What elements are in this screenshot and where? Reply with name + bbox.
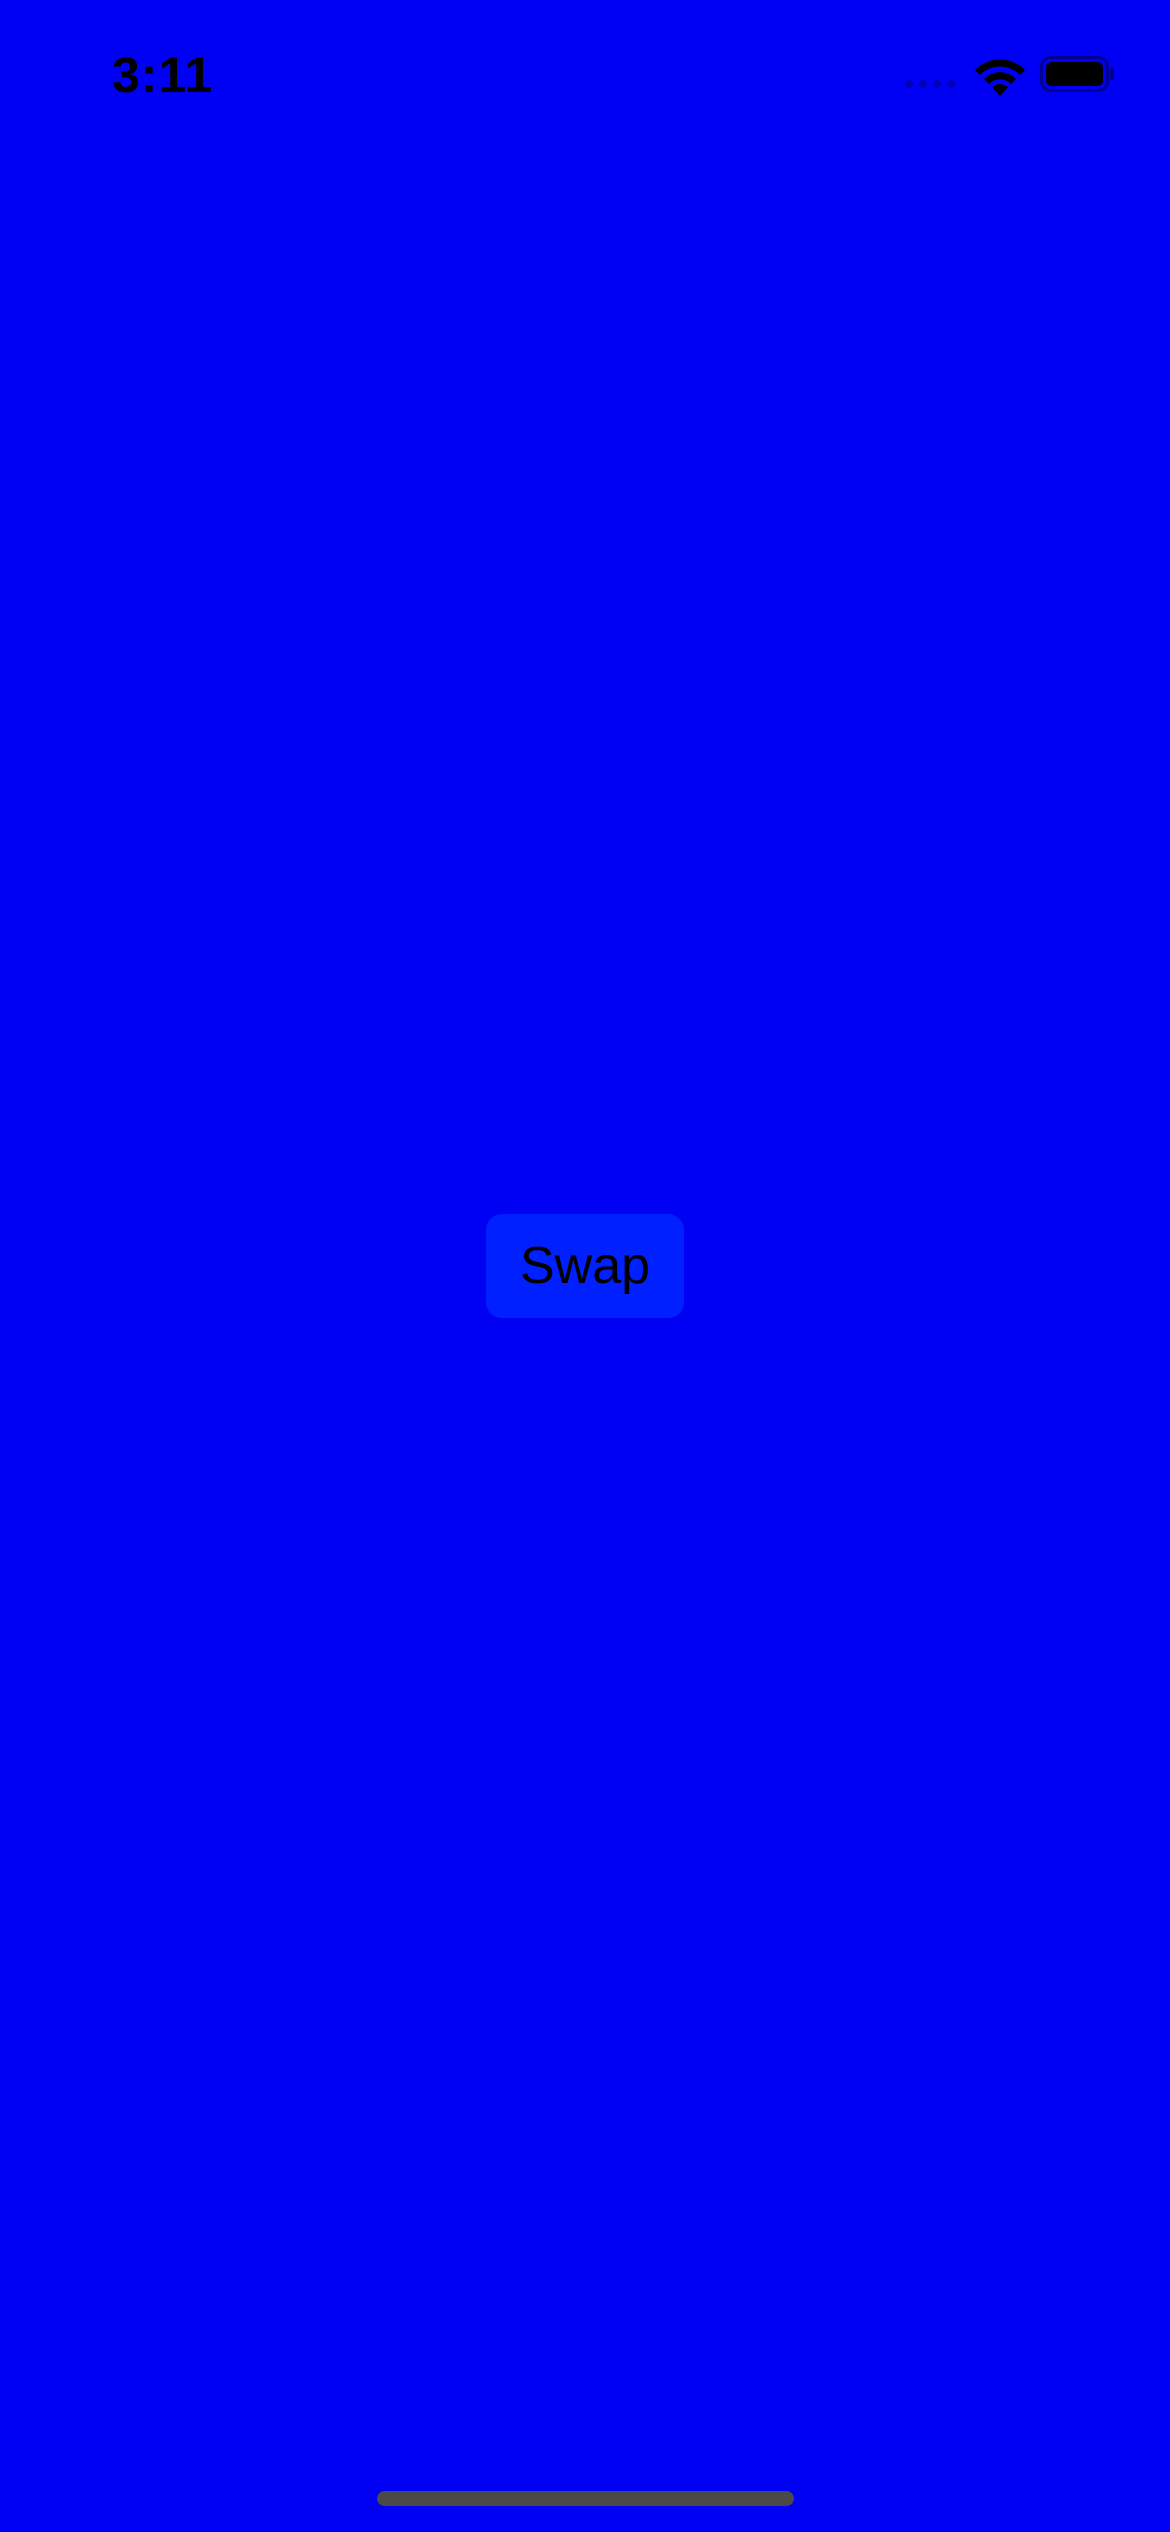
swap-button[interactable]: Swap xyxy=(486,1214,684,1318)
home-indicator[interactable] xyxy=(377,2491,794,2506)
app-screen: 3:11 Swap xyxy=(0,0,1170,2532)
status-bar: 3:11 xyxy=(0,0,1170,140)
status-time: 3:11 xyxy=(112,47,214,103)
battery-icon xyxy=(1040,56,1114,92)
wifi-icon xyxy=(975,59,1025,96)
cellular-signal-icon xyxy=(905,78,957,90)
